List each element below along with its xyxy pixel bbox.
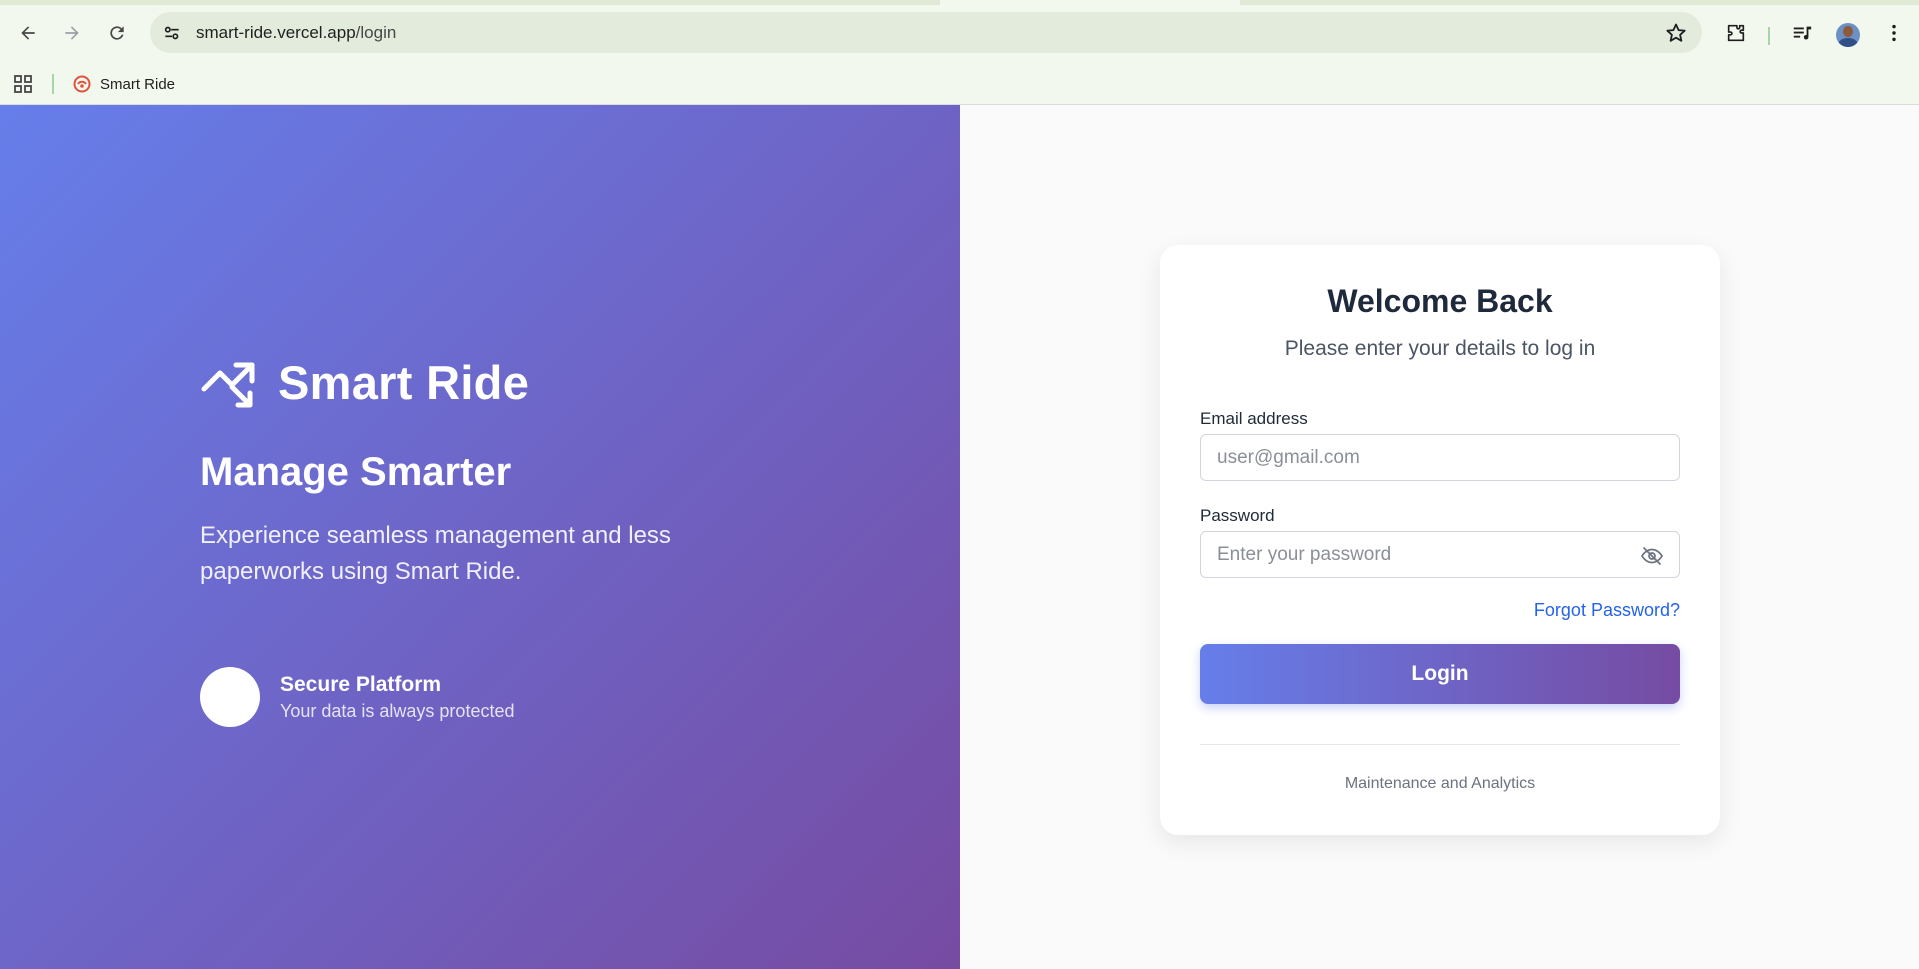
login-page: Smart Ride Manage Smarter Experience sea… — [0, 105, 1919, 969]
toolbar-separator — [1768, 27, 1770, 45]
card-footer: Maintenance and Analytics — [1344, 775, 1536, 792]
browser-menu-button[interactable] — [1880, 19, 1908, 47]
forward-button[interactable] — [58, 19, 86, 47]
arrow-left-icon — [21, 26, 35, 40]
bookmark-label: Smart Ride — [100, 75, 176, 93]
hero-tagline: Manage Smarter — [200, 450, 512, 494]
email-label: Email address — [1200, 409, 1308, 428]
card-divider — [1200, 744, 1680, 745]
brand-name: Smart Ride — [278, 356, 530, 409]
login-panel: Welcome Back Please enter your details t… — [960, 105, 1919, 969]
password-label: Password — [1200, 506, 1275, 525]
feature-text: Secure Platform Your data is always prot… — [280, 673, 514, 722]
site-info-button[interactable] — [160, 21, 184, 45]
star-icon[interactable] — [1664, 21, 1688, 45]
password-field[interactable] — [1200, 531, 1680, 578]
feature-secure-platform: Secure Platform Your data is always prot… — [200, 667, 514, 727]
avatar-body — [1838, 38, 1858, 47]
puzzle-icon — [1727, 24, 1745, 42]
media-queue-icon — [1793, 26, 1812, 40]
hero-panel: Smart Ride Manage Smarter Experience sea… — [0, 105, 960, 969]
email-field[interactable] — [1200, 434, 1680, 481]
brand: Smart Ride — [200, 355, 529, 410]
login-title: Welcome Back — [1327, 283, 1553, 319]
more-vertical-icon — [1892, 24, 1896, 42]
media-button[interactable] — [1788, 19, 1816, 47]
url-host: smart-ride.vercel.app — [196, 23, 356, 42]
feature-title: Secure Platform — [280, 672, 442, 696]
forgot-password-link[interactable]: Forgot Password? — [1534, 600, 1680, 621]
login-card: Welcome Back Please enter your details t… — [1160, 245, 1720, 835]
avatar-head — [1843, 26, 1853, 37]
reload-button[interactable] — [103, 19, 131, 47]
apps-grid-icon[interactable] — [13, 74, 33, 94]
arrow-right-icon — [65, 26, 79, 40]
url-text: smart-ride.vercel.app/login — [196, 23, 396, 43]
hero-description: Experience seamless management and less … — [200, 522, 671, 585]
url-path: /login — [355, 23, 397, 42]
bookmarks-bar: Smart Ride — [0, 63, 1919, 105]
tune-icon — [164, 26, 179, 40]
back-button[interactable] — [14, 19, 42, 47]
feature-subtitle: Your data is always protected — [280, 700, 515, 721]
login-subtitle: Please enter your details to log in — [1284, 337, 1596, 360]
avatar[interactable] — [1836, 23, 1860, 47]
feature-icon-circle — [200, 667, 260, 727]
reload-icon — [110, 26, 124, 40]
address-bar[interactable]: smart-ride.vercel.app/login — [150, 12, 1702, 53]
site-favicon — [73, 75, 91, 93]
extensions-button[interactable] — [1722, 19, 1750, 47]
trending-up-icon — [201, 362, 255, 407]
browser-toolbar: smart-ride.vercel.app/login — [0, 5, 1919, 63]
bookmark-smart-ride[interactable]: Smart Ride — [72, 72, 175, 96]
login-button[interactable]: Login — [1200, 644, 1680, 704]
eye-off-icon[interactable] — [1640, 544, 1664, 568]
bookmarks-separator — [52, 74, 54, 94]
